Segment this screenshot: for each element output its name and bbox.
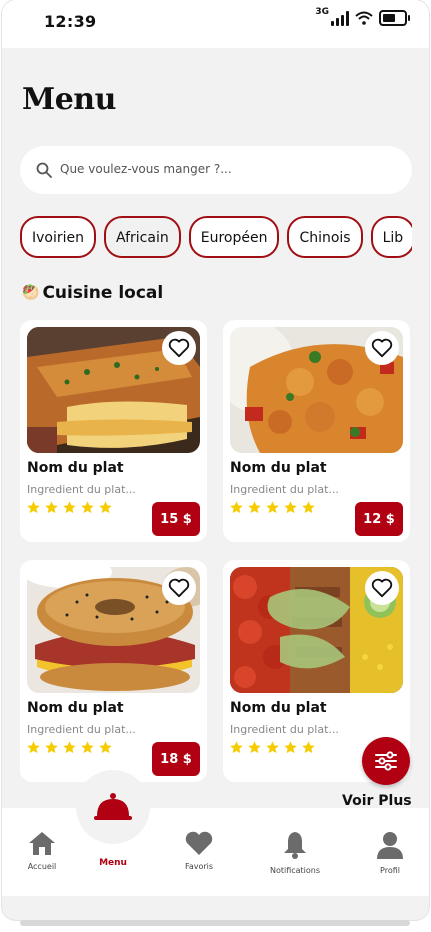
page-title: Menu: [22, 82, 116, 117]
dish-card[interactable]: Nom du plat Ingredient du plat... 12 $: [223, 320, 410, 542]
heart-outline-icon: [371, 578, 393, 598]
heart-outline-icon: [168, 338, 190, 358]
see-more-link[interactable]: Voir Plus: [342, 793, 412, 809]
croque-monsieur-image: [27, 327, 200, 453]
tab-label: Profil: [380, 866, 400, 875]
search-placeholder: Que voulez-vous manger ?...: [60, 162, 232, 176]
wifi-icon: [355, 11, 373, 25]
favorite-button[interactable]: [162, 331, 196, 365]
tab-menu[interactable]: Menu: [73, 858, 153, 868]
tab-label: Favoris: [184, 862, 214, 871]
heart-outline-icon: [371, 338, 393, 358]
star-icon: [81, 501, 94, 514]
star-icon: [284, 741, 297, 754]
price-button[interactable]: 15 $: [152, 502, 200, 536]
tab-accueil[interactable]: Accueil: [2, 830, 82, 871]
section-title: Cuisine local: [42, 283, 164, 303]
chip-chinois[interactable]: Chinois: [287, 216, 363, 258]
star-icon: [248, 741, 261, 754]
star-icon: [302, 741, 315, 754]
star-icon: [266, 501, 279, 514]
rating-stars: [229, 740, 316, 755]
star-icon: [63, 741, 76, 754]
chicken-rice-image: [230, 327, 403, 453]
section-heading: 🥙 Cuisine local: [22, 283, 163, 303]
cloche-icon: [94, 793, 132, 820]
bagel-sandwich-image: [27, 567, 200, 693]
status-bar: 12:39 3G: [2, 0, 429, 48]
tab-favoris[interactable]: Favoris: [159, 830, 239, 871]
chip-africain[interactable]: Africain: [104, 216, 181, 258]
bowl-icon: 🥙: [22, 285, 40, 301]
star-icon: [230, 501, 243, 514]
tab-profil[interactable]: Profil: [350, 830, 429, 875]
star-icon: [27, 501, 40, 514]
tab-label: Menu: [99, 858, 127, 868]
dish-name: Nom du plat: [27, 460, 124, 476]
heart-icon: [185, 831, 213, 855]
star-icon: [99, 501, 112, 514]
app-screen: 12:39 3G Menu Que voulez-vous manger ?..…: [2, 0, 429, 920]
favorite-button[interactable]: [365, 331, 399, 365]
rating-stars: [26, 740, 113, 755]
dish-name: Nom du plat: [230, 460, 327, 476]
user-icon: [377, 832, 403, 859]
home-icon: [29, 832, 55, 855]
star-icon: [45, 741, 58, 754]
sliders-icon: [375, 751, 397, 771]
heart-outline-icon: [168, 578, 190, 598]
status-time: 12:39: [44, 12, 97, 31]
search-input[interactable]: Que voulez-vous manger ?...: [20, 146, 412, 194]
tab-notifications[interactable]: Notifications: [255, 830, 335, 875]
bottom-tab-bar: Accueil Menu Favoris Notifications Profi…: [2, 808, 429, 896]
battery-icon: [379, 10, 410, 26]
price-button[interactable]: 18 $: [152, 742, 200, 776]
dish-ingredients: Ingredient du plat...: [27, 483, 136, 496]
star-icon: [284, 501, 297, 514]
chip-ivoirien[interactable]: Ivoirien: [20, 216, 97, 258]
favorite-button[interactable]: [162, 571, 196, 605]
favorite-button[interactable]: [365, 571, 399, 605]
dish-name: Nom du plat: [230, 700, 327, 716]
dish-ingredients: Ingredient du plat...: [230, 483, 339, 496]
star-icon: [266, 741, 279, 754]
dish-ingredients: Ingredient du plat...: [230, 723, 339, 736]
salad-bowl-image: [230, 567, 403, 693]
status-icons: 3G: [315, 7, 410, 26]
star-icon: [27, 741, 40, 754]
dish-card[interactable]: Nom du plat Ingredient du plat... 18 $: [20, 560, 207, 782]
chip-europeen[interactable]: Européen: [188, 216, 280, 258]
signal-icon: [331, 10, 349, 26]
chip-lib[interactable]: Lib: [370, 216, 412, 258]
star-icon: [45, 501, 58, 514]
star-icon: [302, 501, 315, 514]
network-type: 3G: [315, 7, 329, 17]
star-icon: [248, 501, 261, 514]
star-icon: [99, 741, 112, 754]
tab-label: Accueil: [27, 862, 57, 871]
shadow-divider: [20, 920, 410, 926]
star-icon: [230, 741, 243, 754]
rating-stars: [26, 500, 113, 515]
dish-card[interactable]: Nom du plat Ingredient du plat... 15 $: [20, 320, 207, 542]
star-icon: [63, 501, 76, 514]
dish-name: Nom du plat: [27, 700, 124, 716]
search-icon: [36, 162, 52, 178]
star-icon: [81, 741, 94, 754]
category-chips: Ivoirien Africain Européen Chinois Lib: [20, 216, 412, 260]
rating-stars: [229, 500, 316, 515]
tab-label: Notifications: [269, 866, 321, 875]
dish-ingredients: Ingredient du plat...: [27, 723, 136, 736]
filter-button[interactable]: [362, 737, 410, 785]
price-button[interactable]: 12 $: [355, 502, 403, 536]
menu-tab-bubble[interactable]: [76, 770, 150, 844]
bell-icon: [284, 832, 306, 859]
